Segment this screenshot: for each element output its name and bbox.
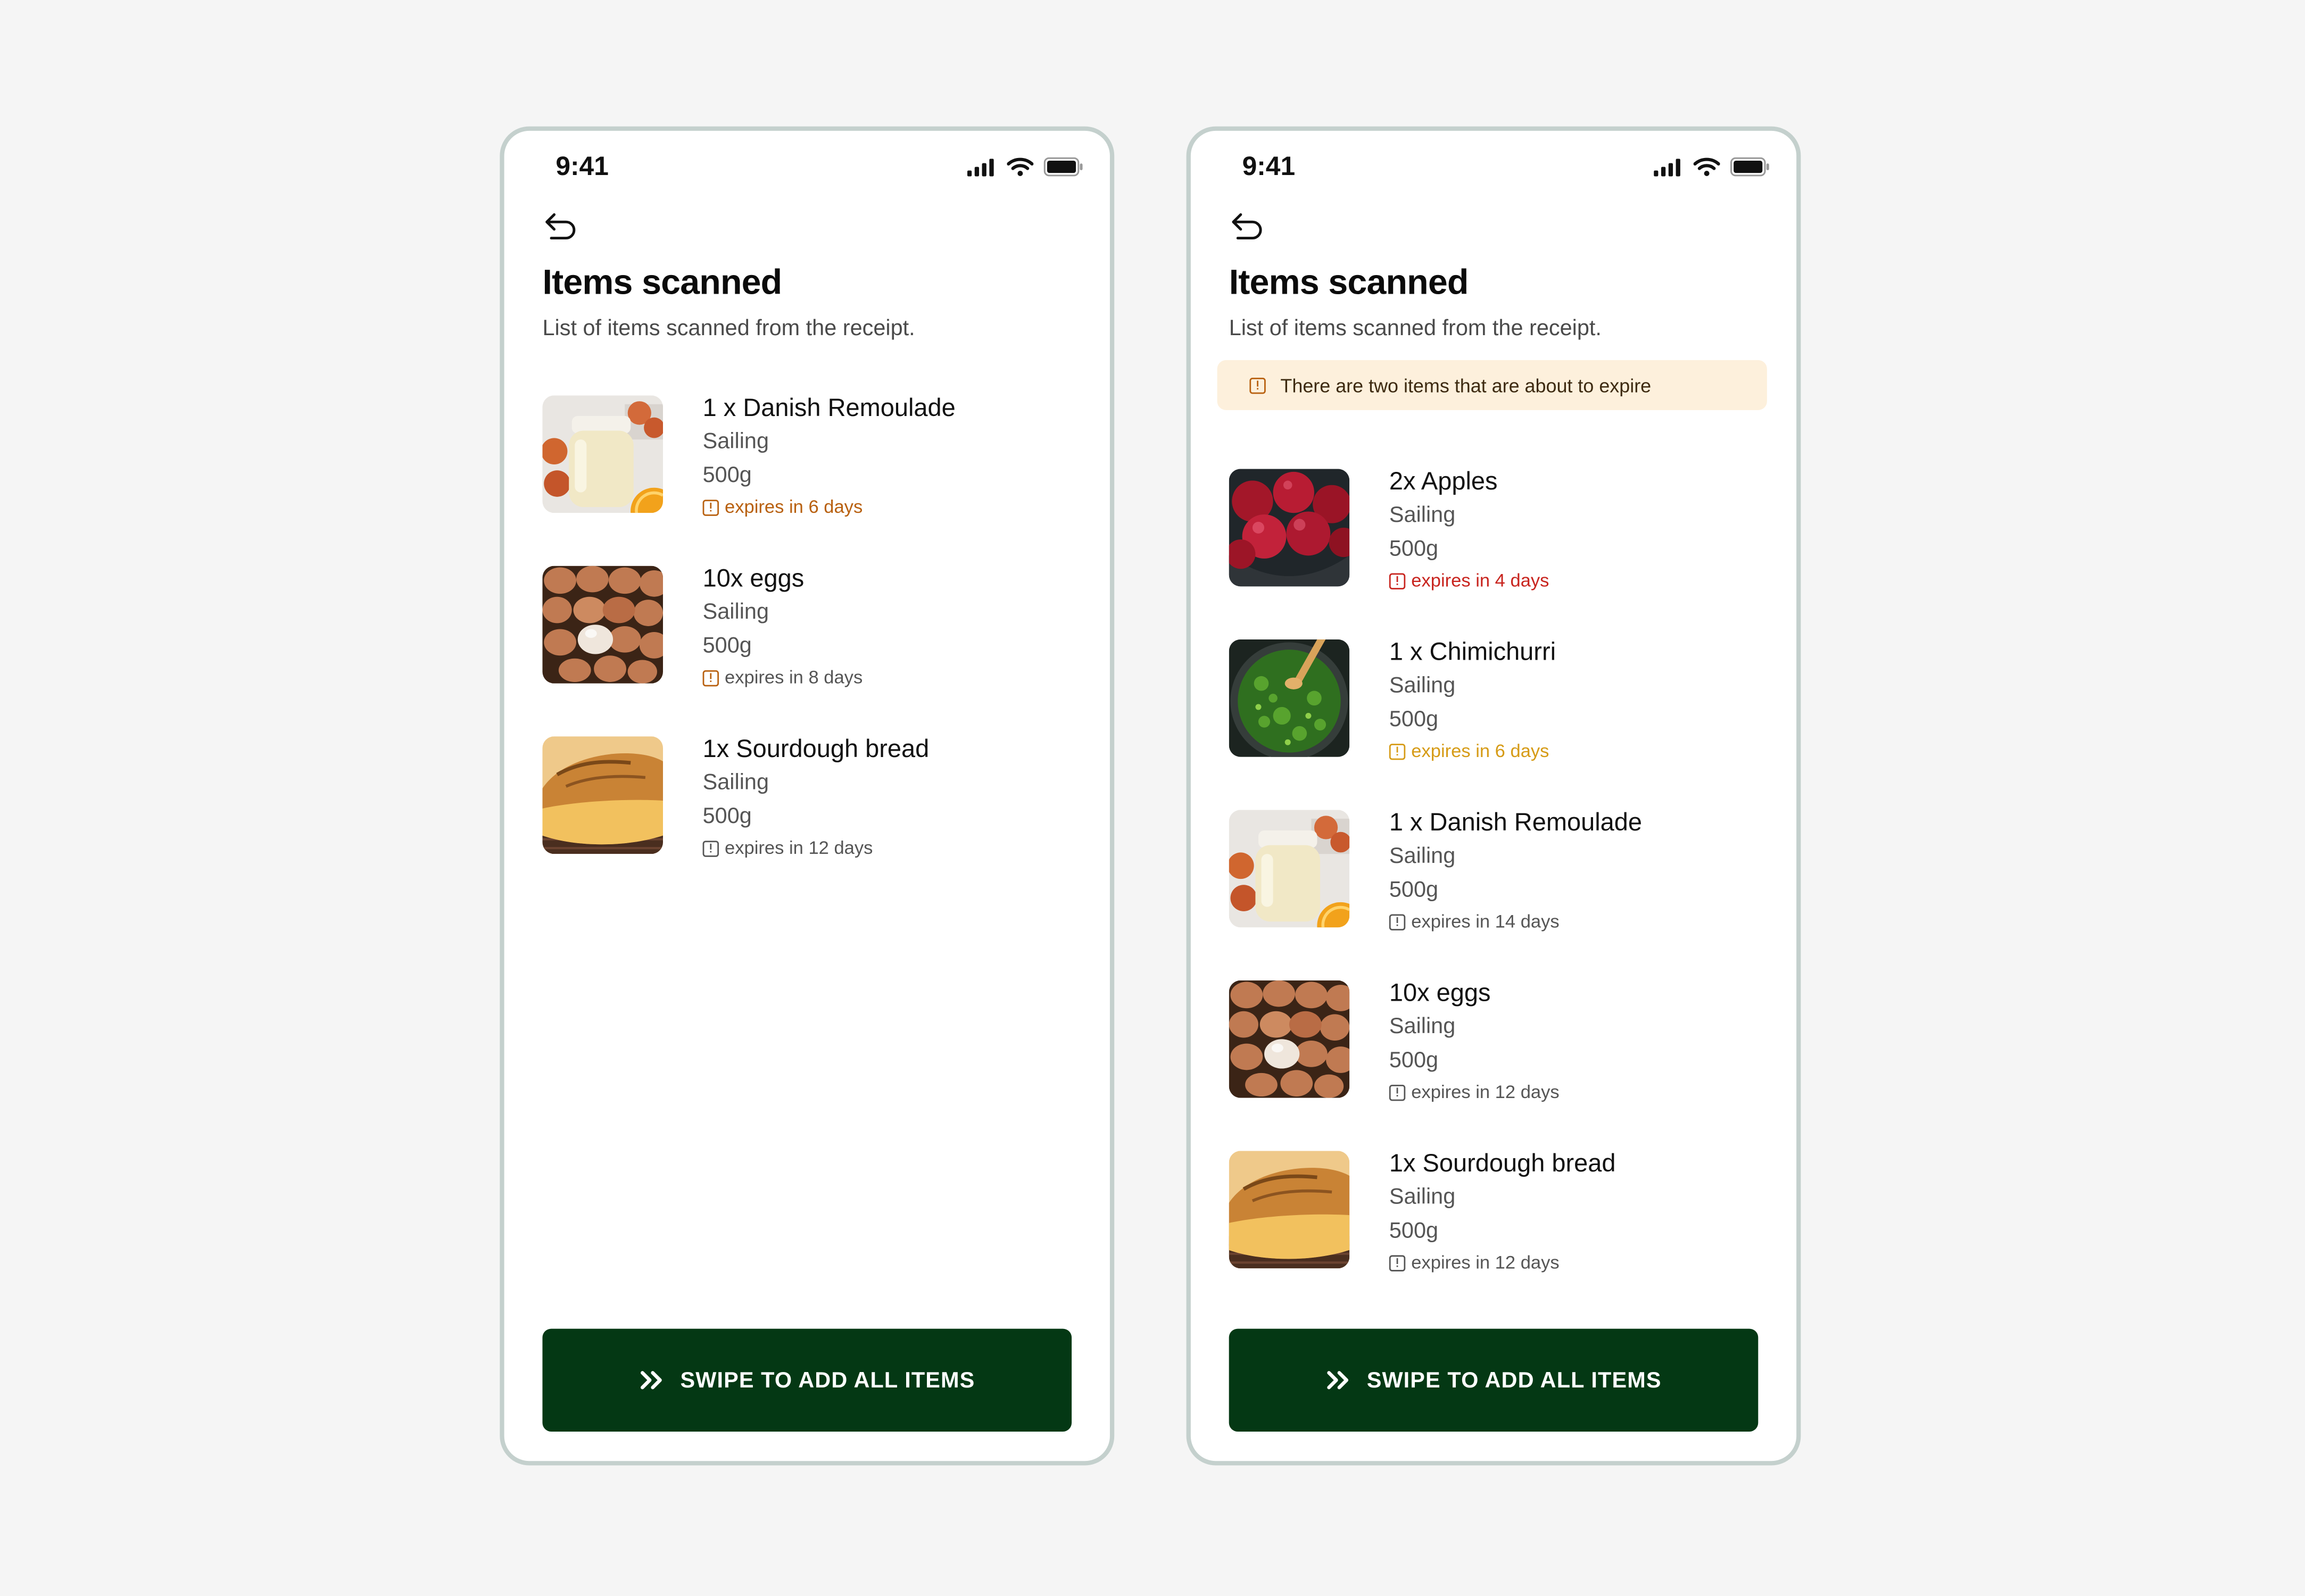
expiry-label: expires in 12 days [702,837,930,859]
cellular-signal-icon [967,158,994,176]
item-name: 10x eggs [702,564,805,593]
item-brand: Sailing [1389,1014,1456,1040]
canvas: 9:41 Items scanned List of items scanned… [0,0,2305,1596]
list-item[interactable]: 1 x Danish Remoulade Sailing 500g expire… [542,394,1080,566]
item-list: 2x Apples Sailing 500g expires in 4 days… [1229,467,1767,1321]
item-weight: 500g [1389,1048,1439,1073]
item-weight: 500g [702,633,752,659]
list-item[interactable]: 1 x Danish Remoulade Sailing 500g expire… [1229,808,1767,980]
expiry-text: expires in 12 days [725,837,873,859]
list-item[interactable]: 10x eggs Sailing 500g expires in 12 days [1229,979,1767,1151]
phone-screen-right: 9:41 Items scanned List of items scanned… [1186,126,1801,1466]
battery-icon [1043,157,1083,177]
item-weight: 500g [1389,1218,1439,1244]
alert-icon [1389,1254,1406,1271]
page-title: Items scanned [542,263,782,303]
expiry-text: expires in 12 days [1411,1082,1560,1103]
item-name: 1x Sourdough bread [702,735,930,763]
item-name: 1 x Danish Remoulade [702,394,956,422]
remoulade-jar-image [1229,810,1350,927]
cta-label: SWIPE TO ADD ALL ITEMS [680,1367,975,1393]
expiry-text: expires in 12 days [1411,1252,1560,1273]
apples-image [1229,469,1350,586]
alert-icon [702,498,719,516]
expiry-label: expires in 14 days [1389,911,1642,932]
expiry-text: expires in 6 days [725,496,863,518]
item-name: 1x Sourdough bread [1389,1149,1616,1178]
alert-icon [702,839,719,857]
alert-icon [1389,743,1406,759]
double-chevron-right-icon [1326,1371,1348,1390]
alert-icon [702,669,719,686]
battery-icon [1730,157,1769,177]
cta-label: SWIPE TO ADD ALL ITEMS [1366,1367,1662,1393]
expiry-label: expires in 6 days [1389,741,1556,761]
undo-back-icon[interactable] [542,210,581,243]
item-name: 10x eggs [1389,979,1491,1007]
status-time: 9:41 [555,151,609,181]
item-list: 1 x Danish Remoulade Sailing 500g expire… [542,394,1080,907]
list-item[interactable]: 1x Sourdough bread Sailing 500g expires … [542,735,1080,907]
wifi-icon [1007,157,1034,176]
cellular-signal-icon [1654,158,1680,176]
expiry-label: expires in 12 days [1389,1082,1560,1102]
item-weight: 500g [1389,706,1439,732]
alert-icon [1389,572,1406,589]
item-weight: 500g [1389,877,1439,903]
alert-icon [1389,1084,1406,1100]
item-name: 1 x Chimichurri [1389,638,1556,666]
list-item[interactable]: 1 x Chimichurri Sailing 500g expires in … [1229,638,1767,810]
item-brand: Sailing [1389,843,1456,869]
expiry-text: expires in 8 days [725,667,863,688]
undo-back-icon[interactable] [1229,210,1267,243]
expiry-label: expires in 4 days [1389,570,1549,591]
list-item[interactable]: 1x Sourdough bread Sailing 500g expires … [1229,1149,1767,1321]
alert-icon [1389,913,1406,930]
status-icons [1654,157,1770,177]
page-subtitle: List of items scanned from the receipt. [542,316,915,341]
swipe-to-add-all-button[interactable]: SWIPE TO ADD ALL ITEMS [1229,1328,1759,1432]
item-name: 2x Apples [1389,467,1498,496]
expiry-label: expires in 6 days [702,496,956,518]
status-bar: 9:41 [555,152,1083,184]
eggs-image [542,566,663,684]
item-weight: 500g [702,463,752,488]
item-brand: Sailing [1389,1184,1456,1210]
item-name: 1 x Danish Remoulade [1389,808,1643,837]
page-subtitle: List of items scanned from the receipt. [1229,316,1602,341]
phone-screen-left: 9:41 Items scanned List of items scanned… [500,126,1115,1466]
list-item[interactable]: 10x eggs Sailing 500g expires in 8 days [542,564,1080,736]
expiry-warning-banner: There are two items that are about to ex… [1217,360,1767,410]
eggs-image [1229,980,1350,1098]
banner-text: There are two items that are about to ex… [1280,374,1652,396]
item-brand: Sailing [702,600,769,625]
status-icons [967,157,1083,177]
page-title: Items scanned [1229,263,1469,303]
expiry-text: expires in 14 days [1411,911,1560,932]
item-brand: Sailing [1389,502,1456,528]
bread-image [542,736,663,854]
expiry-text: expires in 4 days [1411,570,1549,591]
item-weight: 500g [702,804,752,829]
swipe-to-add-all-button[interactable]: SWIPE TO ADD ALL ITEMS [542,1328,1072,1432]
double-chevron-right-icon [640,1371,662,1390]
alert-icon [1249,377,1266,394]
chimichurri-image [1229,639,1350,757]
status-time: 9:41 [1242,151,1296,181]
expiry-text: expires in 6 days [1411,741,1549,762]
item-brand: Sailing [702,770,769,795]
bread-image [1229,1151,1350,1268]
item-weight: 500g [1389,536,1439,562]
item-brand: Sailing [702,429,769,454]
list-item[interactable]: 2x Apples Sailing 500g expires in 4 days [1229,467,1767,639]
wifi-icon [1693,157,1720,176]
expiry-label: expires in 8 days [702,667,863,688]
item-brand: Sailing [1389,673,1456,699]
status-bar: 9:41 [1242,152,1770,184]
expiry-label: expires in 12 days [1389,1252,1616,1273]
remoulade-jar-image [542,395,663,513]
